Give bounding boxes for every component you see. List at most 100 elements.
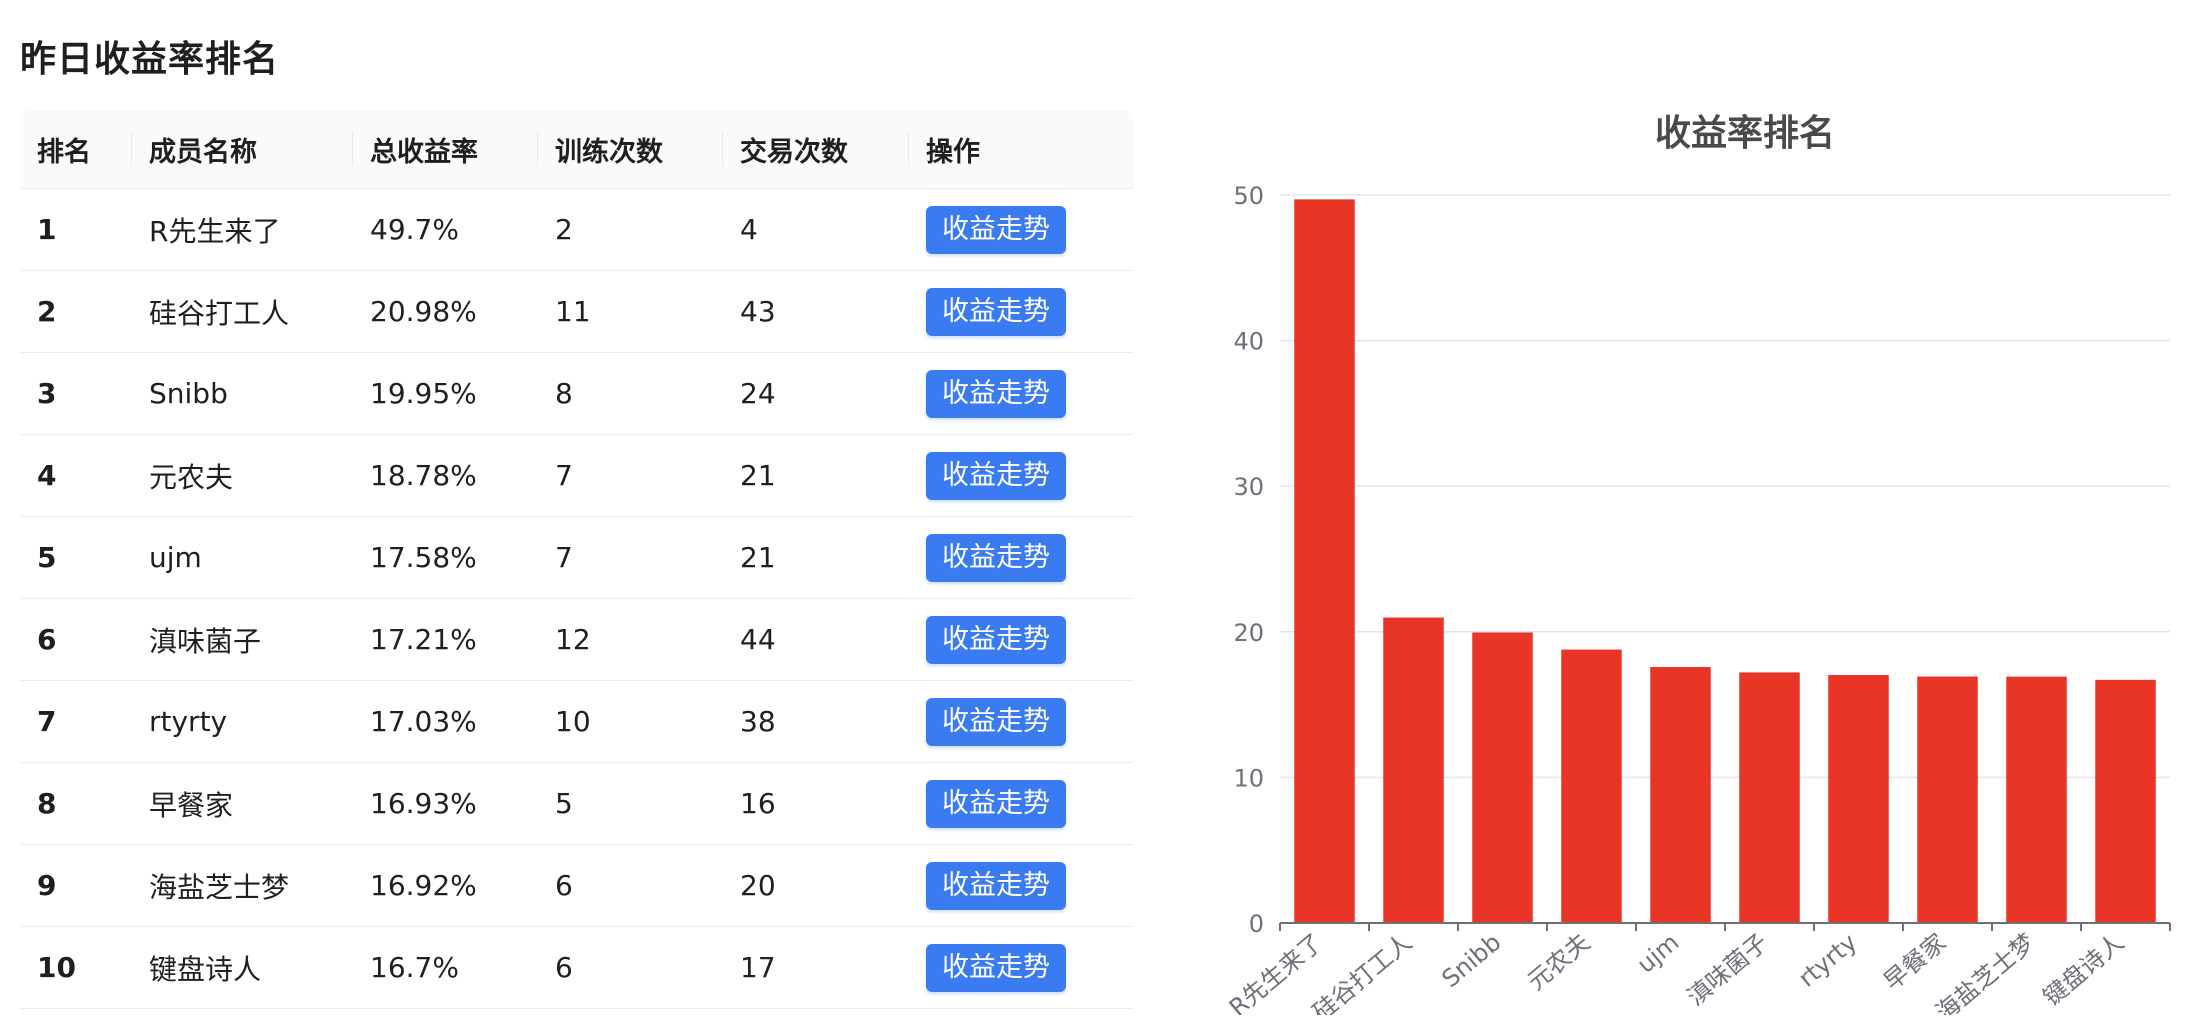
x-tick-label: Snibb (1437, 928, 1507, 993)
page-title: 昨日收益率排名 (20, 39, 280, 80)
action-cell: 收益走势 (909, 516, 1133, 599)
training-count-cell: 2 (538, 188, 723, 271)
table-header-row: 排名 成员名称 总收益率 训练次数 交易次数 操作 (20, 110, 1133, 189)
return-trend-button[interactable]: 收益走势 (926, 369, 1066, 418)
total-return-cell: 20.98% (353, 270, 538, 353)
return-trend-button[interactable]: 收益走势 (926, 451, 1066, 500)
table-row: 5 ujm 17.58% 7 21 收益走势 (20, 516, 1133, 599)
action-cell: 收益走势 (909, 598, 1133, 681)
training-count-cell: 5 (538, 762, 723, 845)
table-row: 2 硅谷打工人 20.98% 11 43 收益走势 (20, 270, 1133, 353)
column-header-training-count: 训练次数 (538, 110, 723, 189)
training-count-cell: 7 (538, 516, 723, 599)
total-return-cell: 19.95% (353, 352, 538, 435)
return-trend-button[interactable]: 收益走势 (926, 615, 1066, 664)
y-tick-label: 40 (1233, 328, 1264, 356)
bar (1561, 649, 1622, 923)
bar (1917, 676, 1978, 923)
trade-count-cell: 38 (723, 680, 909, 763)
member-name-cell: rtyrty (132, 680, 353, 763)
bar-chart-svg: 收益率排名01020304050R先生来了硅谷打工人 Snibb 元农夫 ujm滇味菌… (1224, 113, 2171, 1015)
table-row: 8 早餐家 16.93% 5 16 收益走势 (20, 762, 1133, 845)
return-trend-button[interactable]: 收益走势 (926, 533, 1066, 582)
return-trend-button[interactable]: 收益走势 (926, 205, 1066, 254)
column-header-action: 操作 (909, 110, 1133, 189)
rank-cell: 2 (20, 270, 132, 353)
action-cell: 收益走势 (909, 352, 1133, 435)
y-tick-label: 50 (1233, 182, 1264, 210)
trade-count-cell: 24 (723, 352, 909, 435)
x-tick-label: 海盐芝士梦 (1930, 928, 2040, 1015)
x-tick-label: 键盘诗人 (2038, 928, 2130, 1011)
x-tick-label: 硅谷打工人 (1307, 928, 1417, 1015)
bar (1650, 667, 1711, 923)
member-name-cell: ujm (132, 516, 353, 599)
bar (2095, 679, 2156, 923)
member-name-cell: R先生来了 (132, 188, 353, 271)
total-return-cell: 16.7% (353, 926, 538, 1009)
bar (2006, 676, 2067, 923)
bar (1828, 675, 1889, 923)
column-header-trade-count: 交易次数 (723, 110, 909, 189)
return-rank-chart: 收益率排名 0 10 20 30 40 50 R先生来了 硅谷打工人 Snibb 元农夫 ujm 滇味菌… (1200, 95, 2180, 1015)
action-cell: 收益走势 (909, 762, 1133, 845)
y-tick-label: 10 (1233, 764, 1264, 792)
chart-title: 收益率排名 (1655, 113, 1835, 154)
rank-cell: 9 (20, 844, 132, 927)
ranking-table-container: 排名 成员名称 总收益率 训练次数 交易次数 操作 1 R先生来了 49.7% … (20, 110, 1133, 1009)
action-cell: 收益走势 (909, 844, 1133, 927)
rank-cell: 10 (20, 926, 132, 1009)
trade-count-cell: 4 (723, 188, 909, 271)
ranking-table: 排名 成员名称 总收益率 训练次数 交易次数 操作 1 R先生来了 49.7% … (20, 110, 1133, 1009)
member-name-cell: 键盘诗人 (132, 926, 353, 1009)
column-header-rank: 排名 (20, 110, 132, 189)
rank-cell: 3 (20, 352, 132, 435)
return-trend-button[interactable]: 收益走势 (926, 287, 1066, 336)
column-header-total-return: 总收益率 (353, 110, 538, 189)
trade-count-cell: 20 (723, 844, 909, 927)
return-trend-button[interactable]: 收益走势 (926, 943, 1066, 992)
y-tick-label: 20 (1233, 619, 1264, 647)
y-tick-label: 30 (1233, 473, 1264, 501)
x-tick-label: ujm (1632, 928, 1685, 979)
member-name-cell: 滇味菌子 (132, 598, 353, 681)
x-tick-label: 早餐家 (1878, 928, 1951, 996)
member-name-cell: 元农夫 (132, 434, 353, 517)
total-return-cell: 17.03% (353, 680, 538, 763)
x-tick-label: 元农夫 (1522, 928, 1595, 996)
trade-count-cell: 21 (723, 516, 909, 599)
return-trend-button[interactable]: 收益走势 (926, 697, 1066, 746)
table-row: 7 rtyrty 17.03% 10 38 收益走势 (20, 680, 1133, 763)
bar (1739, 672, 1800, 923)
member-name-cell: 海盐芝士梦 (132, 844, 353, 927)
trade-count-cell: 43 (723, 270, 909, 353)
training-count-cell: 11 (538, 270, 723, 353)
rank-cell: 5 (20, 516, 132, 599)
rank-cell: 4 (20, 434, 132, 517)
return-trend-button[interactable]: 收益走势 (926, 779, 1066, 828)
training-count-cell: 12 (538, 598, 723, 681)
member-name-cell: 早餐家 (132, 762, 353, 845)
training-count-cell: 6 (538, 844, 723, 927)
table-row: 4 元农夫 18.78% 7 21 收益走势 (20, 434, 1133, 517)
rank-cell: 6 (20, 598, 132, 681)
total-return-cell: 17.21% (353, 598, 538, 681)
rank-cell: 7 (20, 680, 132, 763)
member-name-cell: Snibb (132, 352, 353, 435)
total-return-cell: 17.58% (353, 516, 538, 599)
table-row: 6 滇味菌子 17.21% 12 44 收益走势 (20, 598, 1133, 681)
member-name-cell: 硅谷打工人 (132, 270, 353, 353)
x-tick-label: rtyrty (1793, 928, 1862, 992)
rank-cell: 8 (20, 762, 132, 845)
action-cell: 收益走势 (909, 270, 1133, 353)
table-row: 10 键盘诗人 16.7% 6 17 收益走势 (20, 926, 1133, 1009)
training-count-cell: 8 (538, 352, 723, 435)
return-trend-button[interactable]: 收益走势 (926, 861, 1066, 910)
table-row: 1 R先生来了 49.7% 2 4 收益走势 (20, 188, 1133, 271)
rank-cell: 1 (20, 188, 132, 271)
table-row: 9 海盐芝士梦 16.92% 6 20 收益走势 (20, 844, 1133, 927)
trade-count-cell: 17 (723, 926, 909, 1009)
action-cell: 收益走势 (909, 680, 1133, 763)
training-count-cell: 6 (538, 926, 723, 1009)
bar (1472, 632, 1533, 923)
